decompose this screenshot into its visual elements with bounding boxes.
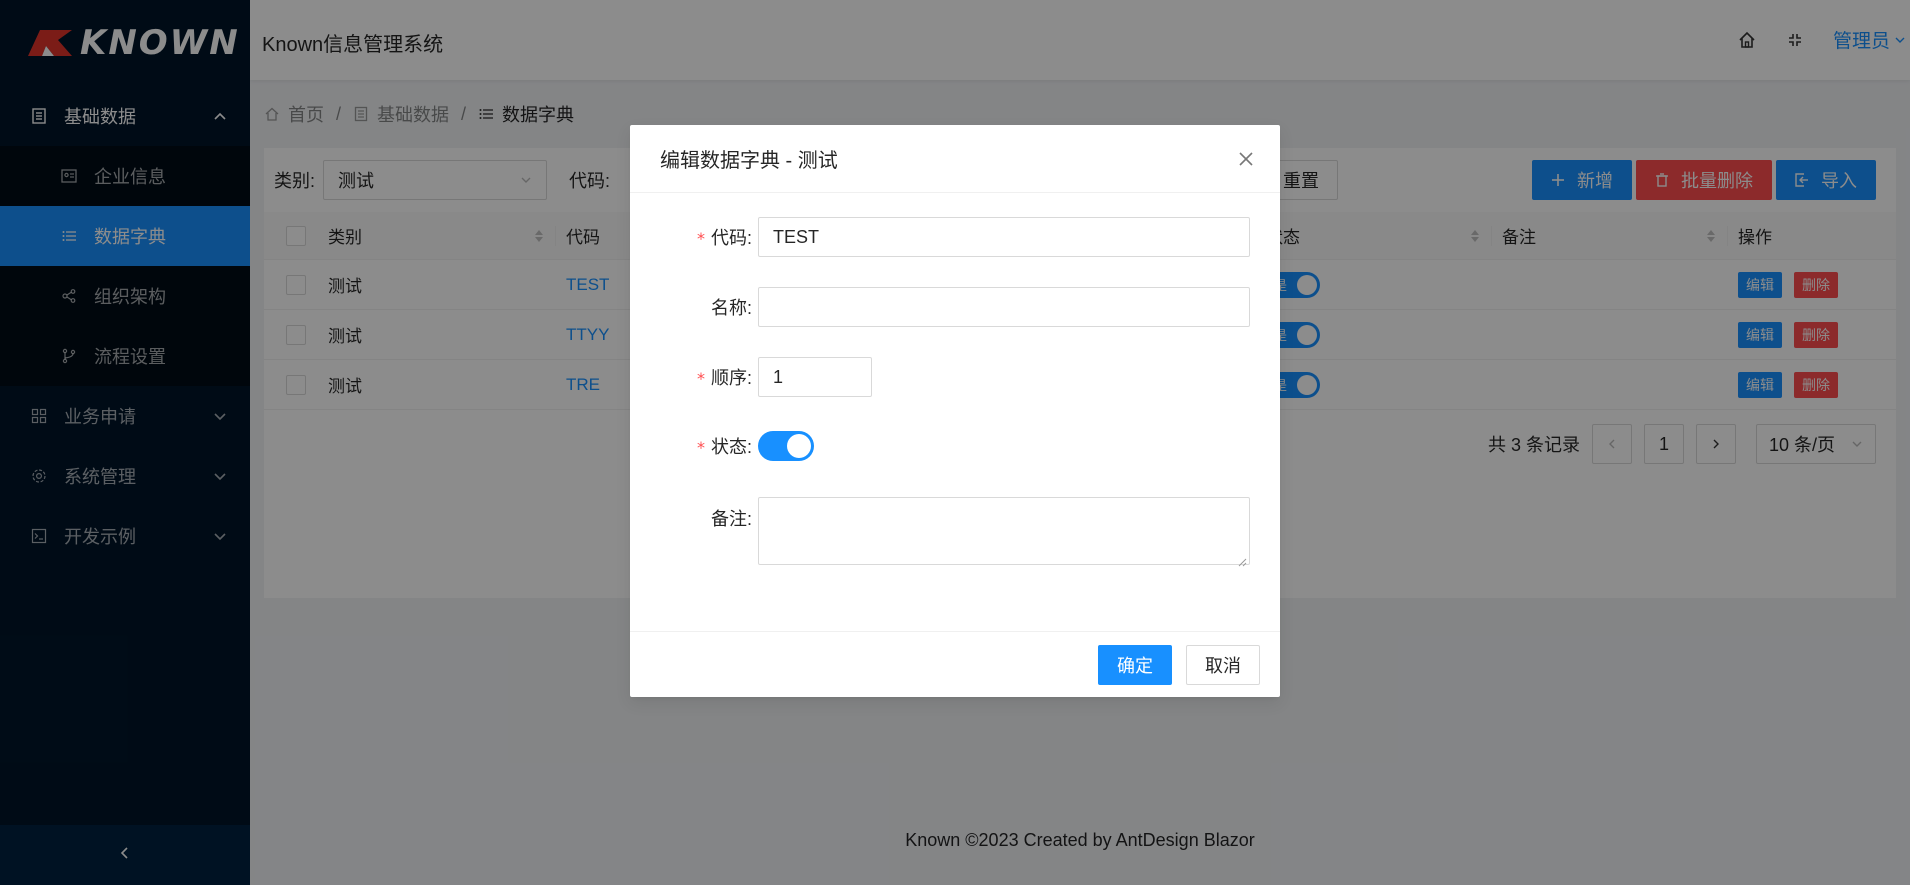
cancel-button[interactable]: 取消 xyxy=(1186,644,1260,685)
code-field-label: * 代码: xyxy=(630,224,758,250)
name-field-label: 名称: xyxy=(630,294,758,320)
form-row-status: * 状态: xyxy=(630,431,1280,461)
status-field-label: * 状态: xyxy=(630,433,758,459)
form-row-code: * 代码: TEST xyxy=(630,217,1280,257)
required-mark: * xyxy=(696,438,705,457)
modal-header: 编辑数据字典 - 测试 xyxy=(630,125,1280,193)
edit-dictionary-modal: 编辑数据字典 - 测试 * 代码: TEST 名称: * 顺序: 1 * 状态: 备注… xyxy=(630,125,1280,697)
required-mark: * xyxy=(696,229,705,248)
close-icon[interactable] xyxy=(1236,149,1256,169)
status-toggle[interactable] xyxy=(758,431,814,461)
label-text: 状态: xyxy=(710,437,752,457)
modal-title: 编辑数据字典 - 测试 xyxy=(660,150,838,172)
remark-textarea[interactable] xyxy=(758,497,1250,567)
resize-grip-icon[interactable] xyxy=(1237,552,1247,567)
form-row-remark: 备注: xyxy=(630,497,1280,567)
code-input[interactable]: TEST xyxy=(758,217,1250,257)
form-row-name: 名称: xyxy=(630,287,1280,327)
switch-knob xyxy=(787,434,811,458)
label-text: 备注: xyxy=(710,509,752,529)
order-input[interactable]: 1 xyxy=(758,357,872,397)
required-mark: * xyxy=(696,369,705,388)
modal-footer: 确定 取消 xyxy=(630,631,1280,697)
form-row-order: * 顺序: 1 xyxy=(630,357,1280,397)
label-text: 代码: xyxy=(710,228,752,248)
label-text: 顺序: xyxy=(710,368,752,388)
remark-field-label: 备注: xyxy=(630,497,758,531)
label-text: 名称: xyxy=(710,298,752,318)
confirm-button[interactable]: 确定 xyxy=(1098,644,1172,685)
name-input[interactable] xyxy=(758,287,1250,327)
order-field-label: * 顺序: xyxy=(630,364,758,390)
